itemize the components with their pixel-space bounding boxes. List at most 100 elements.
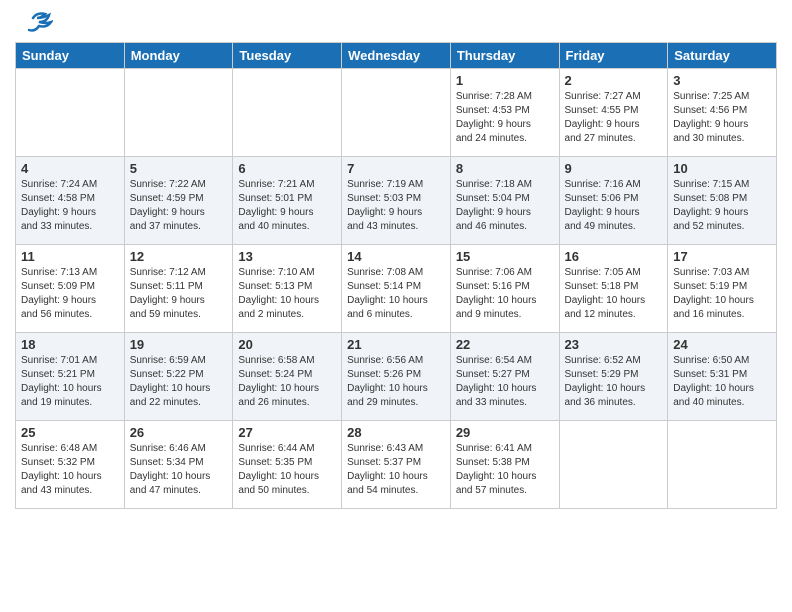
logo-bird-icon xyxy=(15,10,53,38)
calendar-cell: 3 Sunrise: 7:25 AM Sunset: 4:56 PM Daylig… xyxy=(668,69,777,157)
day-number: 13 xyxy=(238,249,336,264)
day-info: Sunrise: 6:52 AM Sunset: 5:29 PM Dayligh… xyxy=(565,354,663,410)
calendar-cell: 29 Sunrise: 6:41 AM Sunset: 5:38 PM Dayli… xyxy=(450,421,559,509)
day-info: Sunrise: 7:12 AM Sunset: 5:11 PM Dayligh… xyxy=(130,266,228,322)
day-number: 6 xyxy=(238,161,336,176)
day-number: 25 xyxy=(21,425,119,440)
day-number: 21 xyxy=(347,337,445,352)
calendar-cell: 16 Sunrise: 7:05 AM Sunset: 5:18 PM Dayli… xyxy=(559,245,668,333)
day-number: 14 xyxy=(347,249,445,264)
day-number: 9 xyxy=(565,161,663,176)
day-number: 17 xyxy=(673,249,771,264)
weekday-header-monday: Monday xyxy=(124,43,233,69)
day-number: 15 xyxy=(456,249,554,264)
day-info: Sunrise: 7:10 AM Sunset: 5:13 PM Dayligh… xyxy=(238,266,336,322)
calendar-week-row: 18 Sunrise: 7:01 AM Sunset: 5:21 PM Dayli… xyxy=(16,333,777,421)
day-info: Sunrise: 6:43 AM Sunset: 5:37 PM Dayligh… xyxy=(347,442,445,498)
calendar-cell: 26Sunrise: 6:46 AM Sunset: 5:34 PM Dayli… xyxy=(124,421,233,509)
day-info: Sunrise: 6:54 AM Sunset: 5:27 PM Dayligh… xyxy=(456,354,554,410)
calendar-cell: 22 Sunrise: 6:54 AM Sunset: 5:27 PM Dayli… xyxy=(450,333,559,421)
calendar-cell: 8 Sunrise: 7:18 AM Sunset: 5:04 PM Daylig… xyxy=(450,157,559,245)
day-number: 3 xyxy=(673,73,771,88)
calendar-cell xyxy=(16,69,125,157)
calendar-cell: 1Sunrise: 7:28 AM Sunset: 4:53 PM Daylig… xyxy=(450,69,559,157)
day-number: 16 xyxy=(565,249,663,264)
day-number: 24 xyxy=(673,337,771,352)
day-number: 29 xyxy=(456,425,554,440)
logo xyxy=(15,10,53,34)
day-info: Sunrise: 6:50 AM Sunset: 5:31 PM Dayligh… xyxy=(673,354,771,410)
day-number: 1 xyxy=(456,73,554,88)
day-info: Sunrise: 7:18 AM Sunset: 5:04 PM Dayligh… xyxy=(456,178,554,234)
day-number: 5 xyxy=(130,161,228,176)
calendar-cell: 11 Sunrise: 7:13 AM Sunset: 5:09 PM Dayli… xyxy=(16,245,125,333)
day-number: 8 xyxy=(456,161,554,176)
calendar-cell: 23 Sunrise: 6:52 AM Sunset: 5:29 PM Dayli… xyxy=(559,333,668,421)
day-number: 19 xyxy=(130,337,228,352)
day-number: 4 xyxy=(21,161,119,176)
day-number: 27 xyxy=(238,425,336,440)
calendar-cell: 14 Sunrise: 7:08 AM Sunset: 5:14 PM Dayli… xyxy=(342,245,451,333)
calendar-cell: 2Sunrise: 7:27 AM Sunset: 4:55 PM Daylig… xyxy=(559,69,668,157)
day-number: 12 xyxy=(130,249,228,264)
calendar-week-row: 11 Sunrise: 7:13 AM Sunset: 5:09 PM Dayli… xyxy=(16,245,777,333)
day-info: Sunrise: 7:25 AM Sunset: 4:56 PM Dayligh… xyxy=(673,90,771,146)
day-number: 22 xyxy=(456,337,554,352)
day-info: Sunrise: 7:27 AM Sunset: 4:55 PM Dayligh… xyxy=(565,90,663,146)
weekday-header-friday: Friday xyxy=(559,43,668,69)
day-info: Sunrise: 6:41 AM Sunset: 5:38 PM Dayligh… xyxy=(456,442,554,498)
weekday-header-saturday: Saturday xyxy=(668,43,777,69)
day-info: Sunrise: 7:05 AM Sunset: 5:18 PM Dayligh… xyxy=(565,266,663,322)
day-number: 7 xyxy=(347,161,445,176)
day-info: Sunrise: 7:24 AM Sunset: 4:58 PM Dayligh… xyxy=(21,178,119,234)
calendar-cell: 20 Sunrise: 6:58 AM Sunset: 5:24 PM Dayli… xyxy=(233,333,342,421)
calendar-cell: 15 Sunrise: 7:06 AM Sunset: 5:16 PM Dayli… xyxy=(450,245,559,333)
day-info: Sunrise: 7:19 AM Sunset: 5:03 PM Dayligh… xyxy=(347,178,445,234)
calendar-cell: 10Sunrise: 7:15 AM Sunset: 5:08 PM Dayli… xyxy=(668,157,777,245)
weekday-header-wednesday: Wednesday xyxy=(342,43,451,69)
calendar-cell: 4 Sunrise: 7:24 AM Sunset: 4:58 PM Daylig… xyxy=(16,157,125,245)
weekday-header-tuesday: Tuesday xyxy=(233,43,342,69)
calendar-cell: 21 Sunrise: 6:56 AM Sunset: 5:26 PM Dayli… xyxy=(342,333,451,421)
page-container: SundayMondayTuesdayWednesdayThursdayFrid… xyxy=(0,0,792,514)
calendar-cell: 9 Sunrise: 7:16 AM Sunset: 5:06 PM Daylig… xyxy=(559,157,668,245)
day-info: Sunrise: 6:46 AM Sunset: 5:34 PM Dayligh… xyxy=(130,442,228,498)
weekday-header-thursday: Thursday xyxy=(450,43,559,69)
day-number: 20 xyxy=(238,337,336,352)
day-info: Sunrise: 7:13 AM Sunset: 5:09 PM Dayligh… xyxy=(21,266,119,322)
day-number: 18 xyxy=(21,337,119,352)
calendar-week-row: 4 Sunrise: 7:24 AM Sunset: 4:58 PM Daylig… xyxy=(16,157,777,245)
day-info: Sunrise: 6:56 AM Sunset: 5:26 PM Dayligh… xyxy=(347,354,445,410)
calendar-cell: 19 Sunrise: 6:59 AM Sunset: 5:22 PM Dayli… xyxy=(124,333,233,421)
day-info: Sunrise: 7:16 AM Sunset: 5:06 PM Dayligh… xyxy=(565,178,663,234)
day-number: 11 xyxy=(21,249,119,264)
calendar-week-row: 25 Sunrise: 6:48 AM Sunset: 5:32 PM Dayli… xyxy=(16,421,777,509)
day-info: Sunrise: 7:01 AM Sunset: 5:21 PM Dayligh… xyxy=(21,354,119,410)
day-number: 23 xyxy=(565,337,663,352)
weekday-header-sunday: Sunday xyxy=(16,43,125,69)
day-info: Sunrise: 6:58 AM Sunset: 5:24 PM Dayligh… xyxy=(238,354,336,410)
calendar-cell: 28 Sunrise: 6:43 AM Sunset: 5:37 PM Dayli… xyxy=(342,421,451,509)
calendar-cell: 7 Sunrise: 7:19 AM Sunset: 5:03 PM Daylig… xyxy=(342,157,451,245)
calendar-cell: 12 Sunrise: 7:12 AM Sunset: 5:11 PM Dayli… xyxy=(124,245,233,333)
day-info: Sunrise: 7:03 AM Sunset: 5:19 PM Dayligh… xyxy=(673,266,771,322)
calendar-cell: 6 Sunrise: 7:21 AM Sunset: 5:01 PM Daylig… xyxy=(233,157,342,245)
calendar-cell xyxy=(559,421,668,509)
day-info: Sunrise: 6:59 AM Sunset: 5:22 PM Dayligh… xyxy=(130,354,228,410)
calendar-cell: 5Sunrise: 7:22 AM Sunset: 4:59 PM Daylig… xyxy=(124,157,233,245)
header xyxy=(15,10,777,34)
calendar-cell: 13 Sunrise: 7:10 AM Sunset: 5:13 PM Dayli… xyxy=(233,245,342,333)
calendar-week-row: 1Sunrise: 7:28 AM Sunset: 4:53 PM Daylig… xyxy=(16,69,777,157)
day-info: Sunrise: 6:48 AM Sunset: 5:32 PM Dayligh… xyxy=(21,442,119,498)
calendar-cell: 25 Sunrise: 6:48 AM Sunset: 5:32 PM Dayli… xyxy=(16,421,125,509)
day-info: Sunrise: 7:08 AM Sunset: 5:14 PM Dayligh… xyxy=(347,266,445,322)
calendar-table: SundayMondayTuesdayWednesdayThursdayFrid… xyxy=(15,42,777,509)
calendar-cell: 27 Sunrise: 6:44 AM Sunset: 5:35 PM Dayli… xyxy=(233,421,342,509)
calendar-cell: 24 Sunrise: 6:50 AM Sunset: 5:31 PM Dayli… xyxy=(668,333,777,421)
day-info: Sunrise: 7:21 AM Sunset: 5:01 PM Dayligh… xyxy=(238,178,336,234)
day-info: Sunrise: 6:44 AM Sunset: 5:35 PM Dayligh… xyxy=(238,442,336,498)
day-number: 28 xyxy=(347,425,445,440)
day-number: 10 xyxy=(673,161,771,176)
calendar-cell xyxy=(342,69,451,157)
day-info: Sunrise: 7:06 AM Sunset: 5:16 PM Dayligh… xyxy=(456,266,554,322)
